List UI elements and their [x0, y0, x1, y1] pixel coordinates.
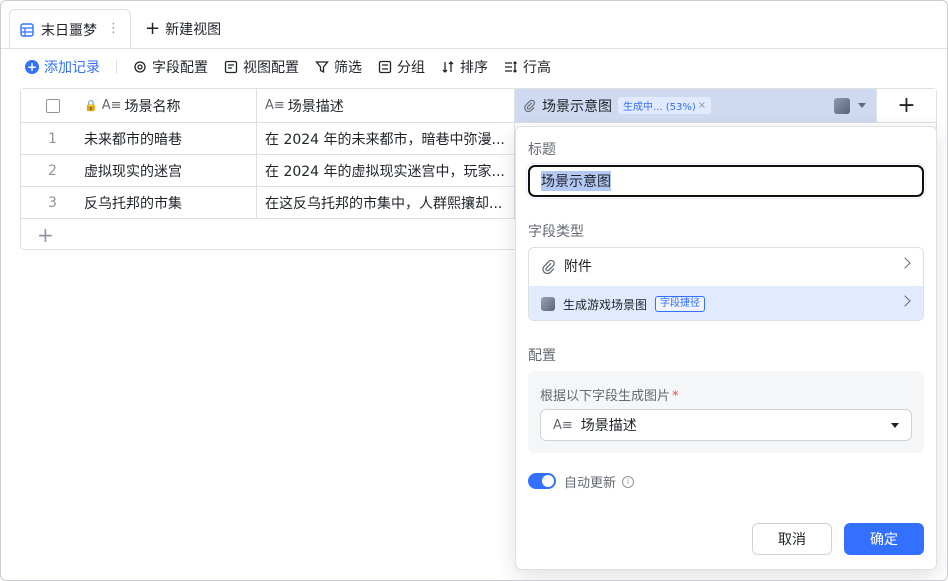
grid-view-icon	[20, 22, 34, 37]
add-circle-icon: +	[25, 60, 39, 74]
table-header-row: 🔒 A≡ 场景名称 A≡ 场景描述 场景示意图 生成中... (53%) × +	[21, 89, 936, 123]
column-header-image-label: 场景示意图	[542, 98, 612, 115]
cell-desc[interactable]: 在这反乌托邦的市集中，人群熙攘却...	[256, 187, 514, 218]
source-field-value: 场景描述	[580, 418, 637, 434]
field-config-panel: 标题 字段类型 附件 生成游戏场景图 字段捷径 配置 根据以下字段生成图片* A…	[515, 126, 937, 570]
title-label: 标题	[528, 142, 556, 158]
source-field-select[interactable]: A≡ 场景描述	[540, 409, 912, 441]
field-type-attachment[interactable]: 附件	[529, 248, 923, 284]
chevron-down-icon[interactable]	[858, 103, 866, 108]
text-field-icon: A≡	[553, 417, 573, 433]
view-tab-bar: 末日噩梦 ⋮ + 新建视图	[1, 1, 947, 49]
sort-label: 排序	[460, 60, 488, 76]
confirm-button[interactable]: 确定	[844, 523, 924, 555]
caret-down-icon	[891, 423, 899, 428]
chevron-right-icon	[899, 295, 911, 307]
more-vertical-icon[interactable]: ⋮	[107, 22, 120, 36]
gear-icon	[134, 61, 146, 73]
field-config-button[interactable]: 字段配置	[125, 55, 216, 79]
required-mark: *	[672, 389, 679, 404]
new-view-label: 新建视图	[165, 22, 222, 38]
field-config-label: 字段配置	[152, 60, 208, 76]
toggle-knob	[542, 475, 554, 487]
source-field-label-text: 根据以下字段生成图片	[540, 389, 671, 404]
auto-update-label-group: 自动更新 i	[564, 472, 635, 491]
row-index: 1	[48, 130, 57, 147]
cell-name[interactable]: 虚拟现实的迷宫	[84, 155, 256, 186]
add-record-button[interactable]: + 添加记录	[25, 55, 108, 79]
add-record-label: 添加记录	[44, 60, 100, 76]
plus-icon: +	[145, 18, 161, 39]
generation-status-text: 生成中... (53%)	[623, 102, 696, 113]
field-type-game-scene-label: 生成游戏场景图	[563, 297, 648, 312]
select-all-cell	[21, 89, 84, 122]
auto-update-toggle[interactable]	[528, 473, 556, 489]
ai-cube-icon	[541, 297, 555, 311]
cell-desc[interactable]: 在 2024 年的虚拟现实迷宫中，玩家...	[256, 155, 514, 186]
group-label: 分组	[397, 60, 425, 76]
field-type-label: 字段类型	[528, 224, 584, 240]
filter-label: 筛选	[334, 60, 362, 76]
column-header-name[interactable]: 🔒 A≡ 场景名称	[84, 89, 256, 122]
generation-status-badge: 生成中... (53%) ×	[618, 97, 712, 114]
toolbar: + 添加记录 字段配置 视图配置 筛选 分组 排序 行高	[25, 55, 559, 79]
sort-button[interactable]: 排序	[433, 55, 496, 79]
column-header-desc[interactable]: A≡ 场景描述	[256, 89, 514, 122]
cancel-button[interactable]: 取消	[752, 523, 832, 555]
view-config-label: 视图配置	[243, 60, 299, 76]
ai-cube-icon	[834, 98, 850, 114]
select-all-checkbox[interactable]	[45, 98, 60, 113]
text-field-icon: A≡	[265, 98, 285, 113]
row-index: 2	[48, 162, 57, 179]
field-title-input[interactable]	[527, 164, 925, 198]
chevron-right-icon	[899, 257, 911, 269]
source-field-label: 根据以下字段生成图片 *	[540, 385, 679, 404]
tabbar-divider	[1, 48, 947, 49]
row-index: 3	[48, 194, 57, 211]
field-type-attachment-label: 附件	[564, 259, 592, 275]
row-height-button[interactable]: 行高	[496, 55, 559, 79]
info-icon[interactable]: i	[622, 475, 635, 488]
view-config-icon	[224, 60, 238, 74]
auto-update-label: 自动更新	[564, 476, 617, 491]
config-label: 配置	[528, 348, 556, 364]
group-icon	[378, 60, 392, 74]
config-section: 根据以下字段生成图片 * A≡ 场景描述	[528, 371, 924, 453]
column-header-image[interactable]: 场景示意图 生成中... (53%) ×	[514, 89, 876, 122]
tab-view-active[interactable]: 末日噩梦 ⋮	[9, 9, 131, 49]
text-field-icon: A≡	[101, 98, 122, 113]
column-header-name-label: 场景名称	[124, 98, 181, 115]
attachment-icon	[542, 259, 555, 274]
app-window: 末日噩梦 ⋮ + 新建视图 + 添加记录 字段配置 视图配置 筛选 分组 排序 …	[0, 0, 948, 581]
view-config-button[interactable]: 视图配置	[216, 55, 307, 79]
field-shortcut-tag: 字段捷径	[655, 296, 706, 312]
cell-name[interactable]: 未来都市的暗巷	[84, 123, 256, 154]
close-icon[interactable]: ×	[698, 100, 706, 111]
column-header-desc-label: 场景描述	[287, 98, 344, 115]
toolbar-divider	[116, 60, 117, 74]
filter-icon	[315, 61, 329, 74]
sort-icon	[442, 61, 454, 73]
lock-icon: 🔒	[84, 99, 98, 112]
cell-name[interactable]: 反乌托邦的市集	[84, 187, 256, 218]
field-type-game-scene[interactable]: 生成游戏场景图 字段捷径	[529, 286, 923, 320]
group-button[interactable]: 分组	[370, 55, 433, 79]
row-height-icon	[505, 61, 517, 73]
field-type-list: 附件 生成游戏场景图 字段捷径	[528, 247, 924, 321]
add-row-button[interactable]: +	[37, 223, 54, 247]
attachment-icon	[524, 99, 535, 112]
row-height-label: 行高	[523, 60, 551, 76]
new-view-button[interactable]: + 新建视图	[131, 9, 235, 49]
cell-desc[interactable]: 在 2024 年的未来都市，暗巷中弥漫...	[256, 123, 514, 154]
filter-button[interactable]: 筛选	[307, 55, 370, 79]
add-column-button[interactable]: +	[876, 89, 936, 122]
tab-view-label: 末日噩梦	[41, 22, 97, 39]
